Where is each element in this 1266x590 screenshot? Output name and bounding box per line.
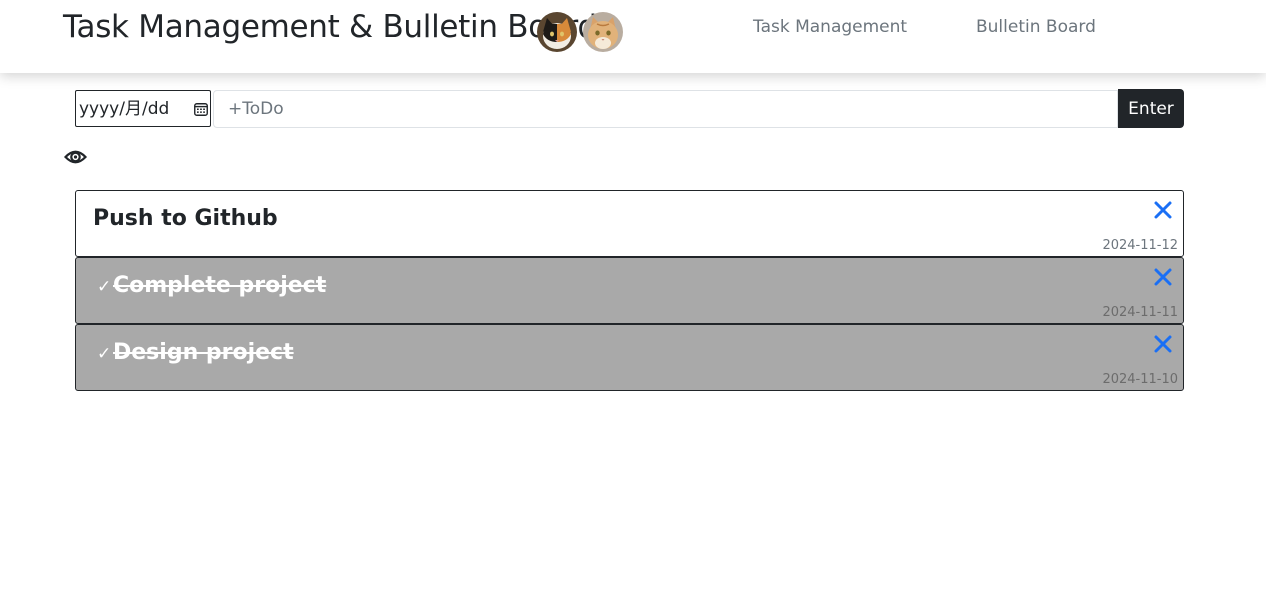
site-title: Task Management & Bulletin Board	[63, 9, 597, 45]
task-list: Push to Github 2024-11-12 ✓ Complete pro…	[75, 190, 1184, 391]
calico-cat-avatar	[537, 12, 577, 52]
close-icon[interactable]	[1153, 267, 1173, 287]
orange-cat-avatar	[583, 12, 623, 52]
enter-button[interactable]: Enter	[1118, 89, 1184, 128]
nav-bulletin-board[interactable]: Bulletin Board	[976, 17, 1096, 37]
task-title: Design project	[113, 340, 294, 365]
close-icon[interactable]	[1153, 334, 1173, 354]
task-item[interactable]: ✓ Design project 2024-11-10	[75, 324, 1184, 391]
todo-input[interactable]	[213, 90, 1118, 128]
eye-icon[interactable]	[64, 146, 87, 168]
checkmark-icon: ✓	[97, 277, 112, 296]
task-title: Complete project	[113, 273, 327, 298]
nav-task-management[interactable]: Task Management	[753, 17, 907, 37]
top-navbar: Task Management & Bulletin Board Task Ma…	[0, 0, 1266, 73]
task-item[interactable]: ✓ Complete project 2024-11-11	[75, 257, 1184, 324]
date-input[interactable]: yyyy/月/dd	[75, 90, 211, 127]
task-item[interactable]: Push to Github 2024-11-12	[75, 190, 1184, 257]
close-icon[interactable]	[1153, 200, 1173, 220]
task-title: Push to Github	[93, 206, 278, 231]
task-date: 2024-11-12	[1102, 238, 1178, 253]
date-input-placeholder: yyyy/月/dd	[79, 99, 170, 119]
task-date: 2024-11-11	[1102, 305, 1178, 320]
task-date: 2024-11-10	[1102, 372, 1178, 387]
checkmark-icon: ✓	[97, 344, 112, 363]
calendar-icon[interactable]	[194, 102, 208, 116]
